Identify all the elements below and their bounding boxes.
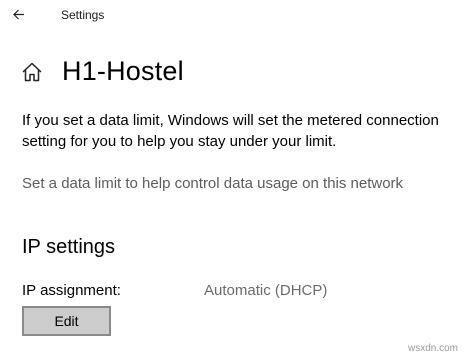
page-title: H1-Hostel [62,56,184,86]
title-bar: Settings [0,0,472,32]
edit-ip-button[interactable]: Edit [22,306,111,336]
metered-info-text: If you set a data limit, Windows will se… [22,112,439,150]
back-arrow-icon [13,9,24,20]
ip-assignment-value: Automatic (DHCP) [204,282,328,299]
watermark: wsxdn.com [408,343,459,354]
back-button[interactable] [6,2,34,28]
ip-assignment-label: IP assignment: [22,282,121,299]
ip-settings-heading: IP settings [22,236,116,258]
app-title: Settings [61,8,105,22]
home-icon [22,62,42,82]
settings-page: Settings H1-Hostel If you set a data lim… [0,0,472,359]
set-data-limit-link[interactable]: Set a data limit to help control data us… [22,175,403,192]
